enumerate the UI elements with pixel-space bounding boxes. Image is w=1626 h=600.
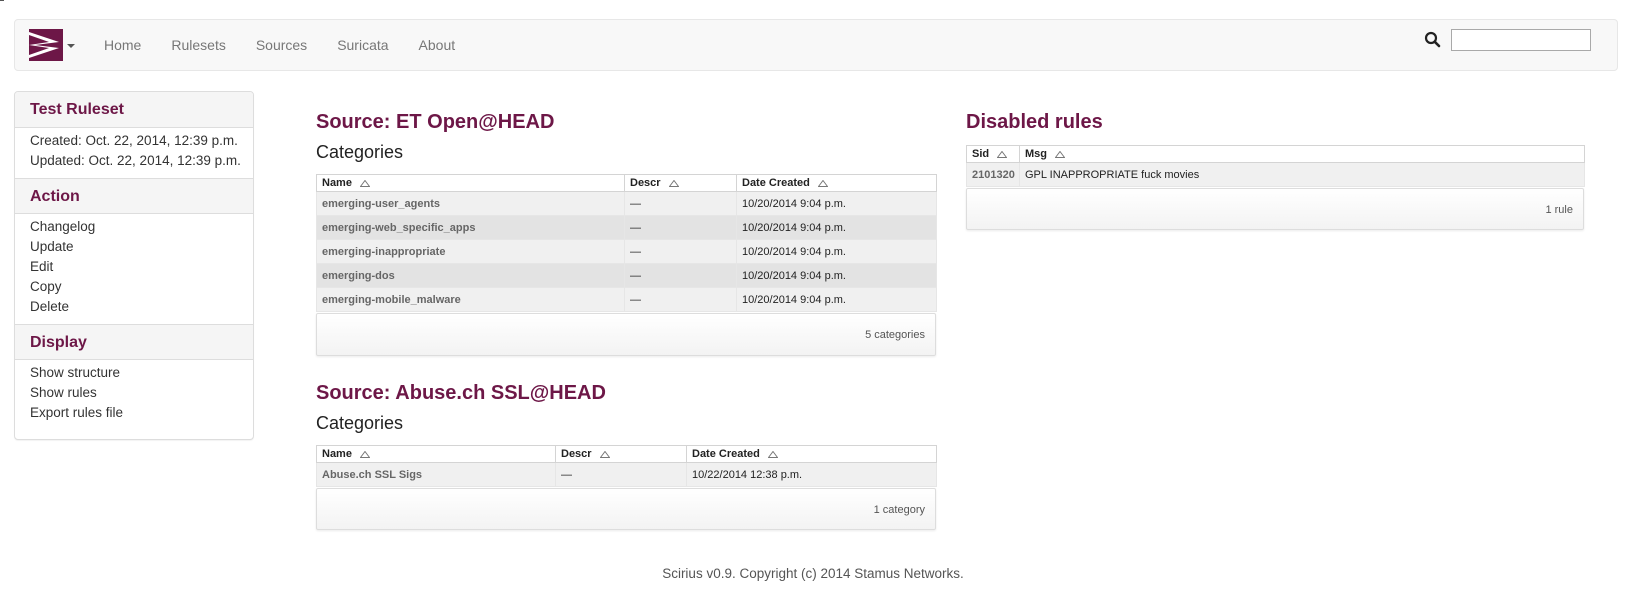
category-name-link[interactable]: emerging-inappropriate	[316, 239, 625, 264]
ruleset-info: Created: Oct. 22, 2014, 12:39 p.m. Updat…	[15, 128, 253, 178]
column-header-descr[interactable]: Descr	[624, 174, 737, 192]
export-rules-link[interactable]: Export rules file	[30, 403, 238, 423]
search-icon[interactable]	[1424, 31, 1442, 49]
nav-suricata[interactable]: Suricata	[322, 20, 403, 70]
display-heading: Display	[15, 324, 253, 360]
category-name-link[interactable]: emerging-user_agents	[316, 191, 625, 216]
table-row: emerging-user_agents — 10/20/2014 9:04 p…	[316, 191, 937, 216]
category-descr: —	[624, 239, 737, 264]
top-navbar: Home Rulesets Sources Suricata About	[14, 19, 1618, 71]
table-row: emerging-mobile_malware — 10/20/2014 9:0…	[316, 287, 937, 312]
categories-heading: Categories	[316, 142, 404, 162]
chevron-down-icon[interactable]	[67, 44, 75, 48]
nav-about[interactable]: About	[404, 20, 471, 70]
categories-heading: Categories	[316, 413, 404, 433]
scirius-logo-icon[interactable]	[29, 29, 63, 61]
column-header-date[interactable]: Date Created	[736, 174, 937, 192]
show-structure-link[interactable]: Show structure	[30, 363, 238, 383]
category-name-link[interactable]: emerging-mobile_malware	[316, 287, 625, 312]
source-title: Source: Abuse.ch SSL@HEAD	[316, 382, 606, 404]
sort-icon	[599, 450, 610, 458]
table-header-row: Name Descr Date Created	[316, 445, 937, 463]
table-footer: 1 category	[316, 488, 936, 530]
column-header-date[interactable]: Date Created	[686, 445, 937, 463]
column-header-msg[interactable]: Msg	[1019, 145, 1585, 163]
category-date: 10/20/2014 9:04 p.m.	[736, 287, 937, 312]
table-row: 2101320 GPL INAPPROPRIATE fuck movies	[966, 162, 1585, 187]
disabled-rules-title: Disabled rules	[966, 111, 1103, 133]
category-name-link[interactable]: emerging-dos	[316, 263, 625, 288]
sort-icon	[997, 150, 1008, 158]
edit-link[interactable]: Edit	[30, 257, 238, 277]
category-descr: —	[624, 191, 737, 216]
category-descr: —	[555, 462, 687, 487]
action-list: Changelog Update Edit Copy Delete	[15, 214, 253, 324]
column-header-descr[interactable]: Descr	[555, 445, 687, 463]
sort-icon	[817, 179, 828, 187]
category-descr: —	[624, 287, 737, 312]
action-heading: Action	[15, 178, 253, 214]
categories-table: Name Descr Date Created Abuse.ch SSL Sig…	[316, 445, 937, 487]
table-row: emerging-dos — 10/20/2014 9:04 p.m.	[316, 263, 937, 288]
corner-mark	[0, 0, 4, 1]
table-footer: 1 rule	[966, 188, 1584, 230]
nav-rulesets[interactable]: Rulesets	[156, 20, 240, 70]
category-name-link[interactable]: Abuse.ch SSL Sigs	[316, 462, 556, 487]
copy-link[interactable]: Copy	[30, 277, 238, 297]
category-date: 10/20/2014 9:04 p.m.	[736, 263, 937, 288]
column-header-name[interactable]: Name	[316, 445, 556, 463]
sort-icon	[1055, 150, 1065, 158]
changelog-link[interactable]: Changelog	[30, 217, 238, 237]
table-header-row: Sid Msg	[966, 145, 1585, 163]
delete-link[interactable]: Delete	[30, 297, 238, 317]
categories-table: Name Descr Date Created emerging-user_ag…	[316, 174, 937, 312]
sort-icon	[767, 450, 778, 458]
ruleset-sidebar: Test Ruleset Created: Oct. 22, 2014, 12:…	[14, 91, 254, 440]
table-row: Abuse.ch SSL Sigs — 10/22/2014 12:38 p.m…	[316, 462, 937, 487]
category-date: 10/20/2014 9:04 p.m.	[736, 191, 937, 216]
source-title: Source: ET Open@HEAD	[316, 111, 555, 133]
rule-sid-link[interactable]: 2101320	[966, 162, 1020, 187]
category-date: 10/20/2014 9:04 p.m.	[736, 215, 937, 240]
sort-icon	[359, 450, 370, 458]
table-row: emerging-inappropriate — 10/20/2014 9:04…	[316, 239, 937, 264]
show-rules-link[interactable]: Show rules	[30, 383, 238, 403]
nav-sources[interactable]: Sources	[241, 20, 322, 70]
category-descr: —	[624, 263, 737, 288]
sort-icon	[359, 179, 370, 187]
category-name-link[interactable]: emerging-web_specific_apps	[316, 215, 625, 240]
page-footer: Scirius v0.9. Copyright (c) 2014 Stamus …	[662, 566, 964, 581]
nav-home[interactable]: Home	[89, 20, 156, 70]
table-row: emerging-web_specific_apps — 10/20/2014 …	[316, 215, 937, 240]
created-date: Created: Oct. 22, 2014, 12:39 p.m.	[30, 133, 238, 148]
update-link[interactable]: Update	[30, 237, 238, 257]
rule-msg: GPL INAPPROPRIATE fuck movies	[1019, 162, 1585, 187]
nav-links: Home Rulesets Sources Suricata About	[89, 20, 470, 70]
category-date: 10/22/2014 12:38 p.m.	[686, 462, 937, 487]
category-date: 10/20/2014 9:04 p.m.	[736, 239, 937, 264]
table-header-row: Name Descr Date Created	[316, 174, 937, 192]
column-header-name[interactable]: Name	[316, 174, 625, 192]
sort-icon	[668, 179, 679, 187]
table-footer: 5 categories	[316, 313, 936, 356]
updated-date: Updated: Oct. 22, 2014, 12:39 p.m.	[30, 153, 241, 168]
ruleset-title: Test Ruleset	[15, 92, 253, 128]
search-input[interactable]	[1451, 29, 1591, 51]
column-header-sid[interactable]: Sid	[966, 145, 1020, 163]
category-descr: —	[624, 215, 737, 240]
disabled-rules-table: Sid Msg 2101320 GPL INAPPROPRIATE fuck m…	[966, 145, 1585, 187]
display-list: Show structure Show rules Export rules f…	[15, 360, 253, 430]
